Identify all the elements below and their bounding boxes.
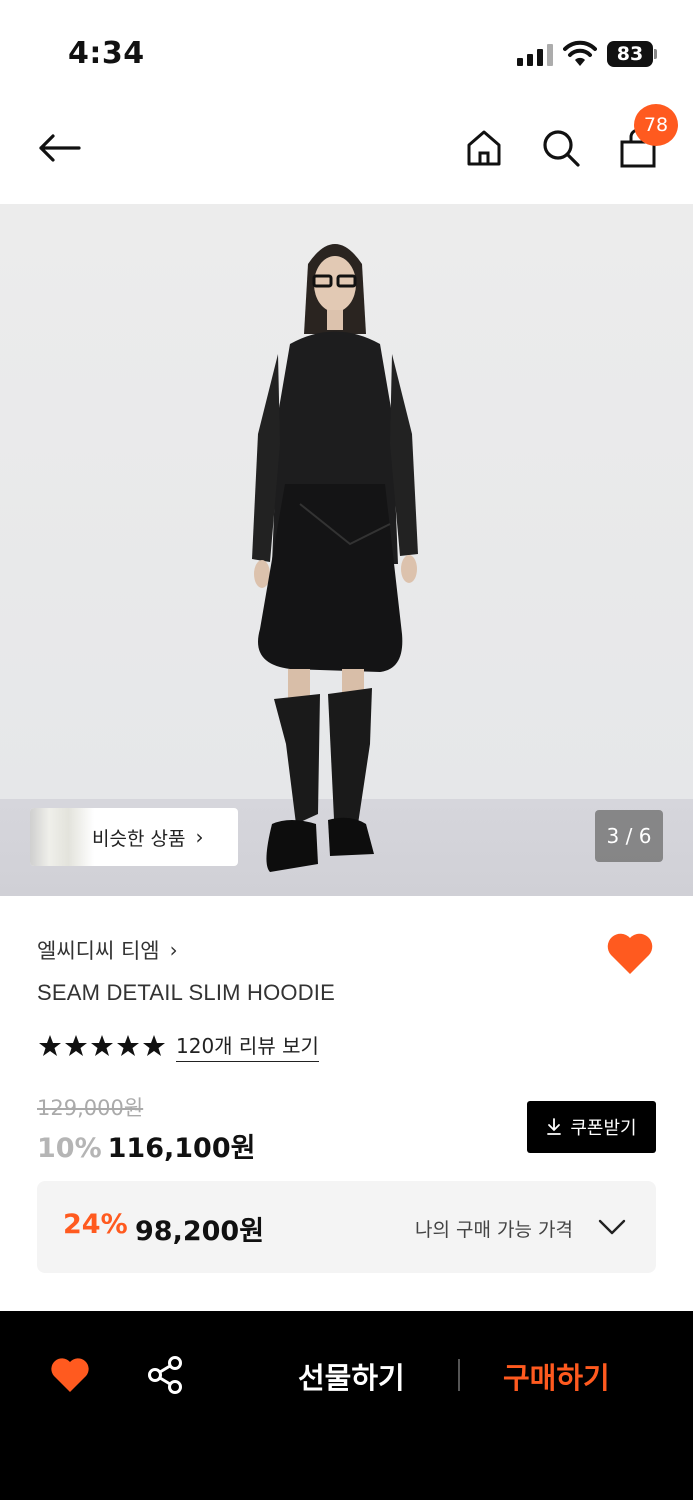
wifi-icon xyxy=(563,40,597,66)
my-price: 98,200원 xyxy=(135,1216,265,1247)
rating-row: 120개 리뷰 보기 xyxy=(38,1030,319,1062)
gift-button[interactable]: 선물하기 xyxy=(298,1355,405,1397)
bottom-action-bar: 선물하기 구매하기 xyxy=(0,1311,693,1500)
divider xyxy=(458,1359,460,1391)
star-icon xyxy=(117,1035,139,1056)
status-bar: 4:34 83 xyxy=(0,0,693,100)
share-icon[interactable] xyxy=(146,1355,184,1395)
star-icon xyxy=(91,1035,113,1056)
back-arrow-icon[interactable] xyxy=(34,126,84,170)
battery-indicator: 83 xyxy=(607,41,657,67)
wishlist-heart-icon[interactable] xyxy=(606,930,654,976)
sale-price: 116,100원 xyxy=(107,1133,256,1164)
review-link[interactable]: 120개 리뷰 보기 xyxy=(176,1030,319,1062)
buy-button[interactable]: 구매하기 xyxy=(503,1355,610,1397)
top-nav: 78 xyxy=(0,100,693,204)
star-icon xyxy=(143,1035,165,1056)
similar-product-thumbnail xyxy=(30,808,94,866)
image-page-indicator: 3 / 6 xyxy=(595,810,663,862)
my-price-dropdown[interactable]: 24% 98,200원 나의 구매 가능 가격 xyxy=(37,1181,656,1273)
price-row: 10% 116,100원 xyxy=(37,1126,255,1165)
similar-products-button[interactable]: 비슷한 상품 › xyxy=(30,808,238,866)
heart-icon[interactable] xyxy=(50,1355,90,1393)
chevron-right-icon: › xyxy=(195,825,204,849)
chevron-right-icon: › xyxy=(169,938,178,962)
home-icon[interactable] xyxy=(462,126,506,170)
my-discount-rate: 24% xyxy=(63,1209,128,1240)
brand-link[interactable]: 엘씨디씨 티엠 › xyxy=(37,935,178,965)
similar-products-label: 비슷한 상품 xyxy=(92,827,186,850)
discount-rate: 10% xyxy=(37,1133,102,1164)
cart-count-badge: 78 xyxy=(634,104,678,146)
star-rating xyxy=(38,1034,166,1058)
original-price: 129,000원 xyxy=(37,1096,144,1120)
product-photo xyxy=(252,244,418,872)
product-name: SEAM DETAIL SLIM HOODIE xyxy=(37,980,335,1005)
search-icon[interactable] xyxy=(539,126,583,170)
cellular-signal-icon xyxy=(517,44,553,66)
coupon-label: 쿠폰받기 xyxy=(570,1118,637,1139)
brand-name: 엘씨디씨 티엠 xyxy=(37,939,160,963)
my-price-label: 나의 구매 가능 가격 xyxy=(415,1219,573,1241)
star-icon xyxy=(39,1035,61,1056)
star-icon xyxy=(65,1035,87,1056)
download-icon xyxy=(547,1118,562,1135)
chevron-down-icon xyxy=(598,1219,626,1235)
coupon-download-button[interactable]: 쿠폰받기 xyxy=(527,1101,656,1153)
product-image-carousel[interactable]: 비슷한 상품 › 3 / 6 xyxy=(0,204,693,896)
battery-level: 83 xyxy=(607,41,653,67)
status-time: 4:34 xyxy=(68,36,145,71)
